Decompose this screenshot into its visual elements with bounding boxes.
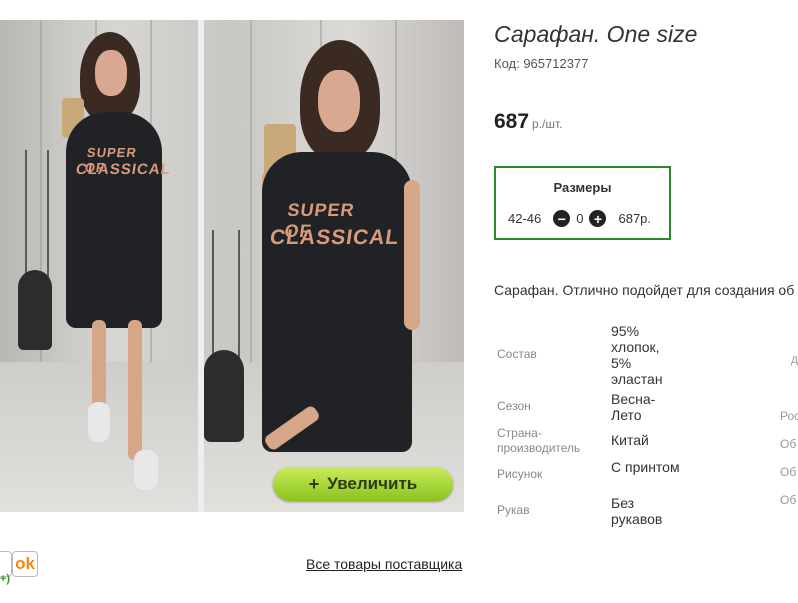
share-tiny-text: +) — [0, 573, 11, 585]
vase — [204, 350, 244, 442]
size-row: 42-46 − 0 + 687р. — [508, 210, 651, 227]
property-name: Рисунок — [497, 467, 543, 481]
price-value: 687 — [494, 110, 530, 133]
supplier-link[interactable]: Все товары поставщика — [306, 556, 462, 572]
vase — [18, 270, 52, 350]
dress-print-line-2: CLASSICAL — [74, 161, 173, 178]
property-value: Весна-Лето — [611, 391, 656, 423]
odnoklassniki-icon[interactable]: ok — [12, 551, 38, 577]
size-price: 687р. — [618, 211, 652, 226]
right-column-text: Рос — [780, 409, 798, 423]
right-column-text: Об — [780, 465, 797, 479]
property-value: Без рукавов — [611, 495, 663, 527]
plus-icon: + — [308, 473, 320, 494]
sizes-panel: Размеры 42-46 − 0 + 687р. — [494, 166, 671, 240]
property-value: Китай — [611, 432, 649, 448]
right-column-text: Об — [780, 493, 797, 507]
product-code: Код: 965712377 — [494, 56, 589, 71]
sizes-title: Размеры — [553, 180, 612, 195]
dress-print-line-2: CLASSICAL — [268, 226, 401, 249]
photo-divider — [198, 20, 204, 512]
right-column-text: д — [791, 352, 798, 366]
size-label: 42-46 — [508, 211, 542, 226]
property-name: Сезон — [497, 399, 531, 413]
quantity-value: 0 — [576, 211, 584, 226]
zoom-button[interactable]: + Увеличить — [273, 467, 453, 501]
right-column-text: Об — [780, 437, 797, 451]
plant-leaves — [25, 150, 49, 290]
property-name: Состав — [497, 347, 537, 361]
product-description: Сарафан. Отлично подойдет для создания о… — [494, 282, 795, 298]
property-name: Рукав — [497, 503, 530, 517]
product-photo[interactable]: SUPER OF CLASSICAL SUPER OF CLASSICAL + … — [0, 20, 464, 512]
zoom-button-label: Увеличить — [327, 474, 418, 493]
plus-circle-icon[interactable]: + — [589, 210, 607, 227]
property-value: 95% хлопок, 5% эластан — [611, 323, 663, 387]
minus-icon[interactable]: − — [553, 210, 571, 227]
price-unit: р./шт. — [532, 117, 563, 131]
property-value: С принтом — [611, 459, 680, 475]
property-name: Страна-производитель — [497, 426, 581, 455]
product-title: Сарафан. One size — [494, 21, 698, 47]
product-price: 687 р./шт. — [494, 110, 563, 134]
